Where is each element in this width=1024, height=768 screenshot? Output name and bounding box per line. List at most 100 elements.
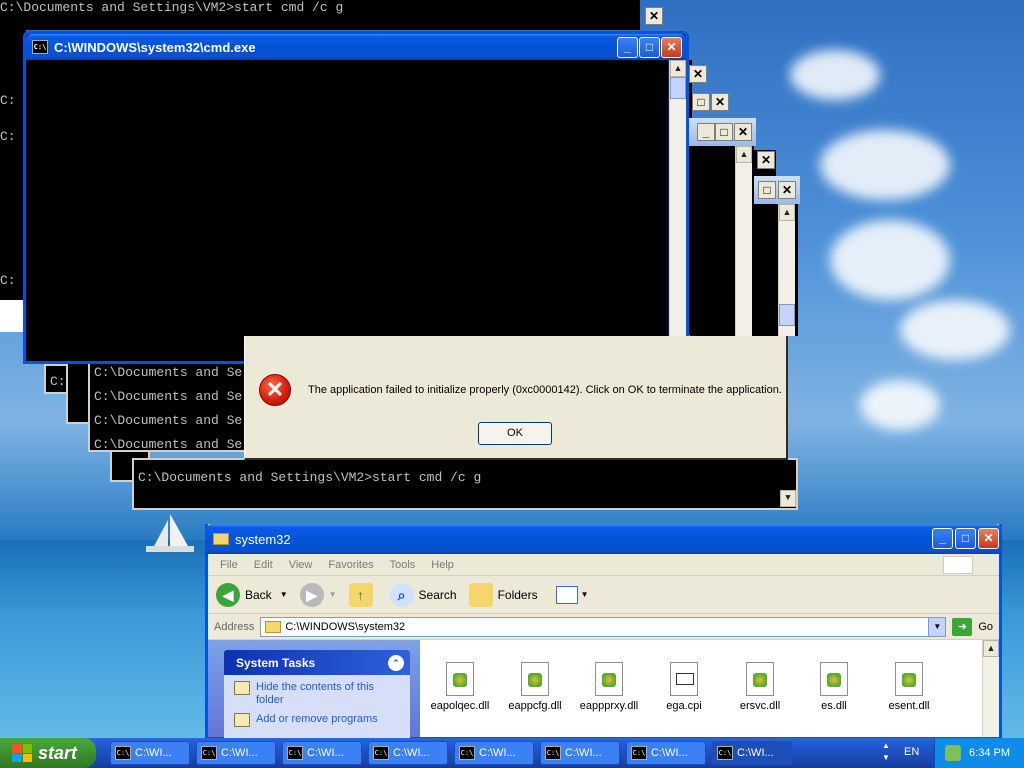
language-indicator[interactable]: EN — [904, 746, 919, 758]
network-icon[interactable] — [945, 745, 961, 761]
search-button[interactable]: ⌕ Search — [389, 582, 457, 607]
minimize-button[interactable]: _ — [617, 37, 638, 58]
close-button[interactable]: ✕ — [661, 37, 682, 58]
window-title: C:\WINDOWS\system32\cmd.exe — [54, 39, 256, 55]
address-input[interactable]: C:\WINDOWS\system32 ▼ — [260, 616, 947, 637]
explorer-titlebar[interactable]: system32 _ □ ✕ — [205, 524, 1002, 554]
go-button[interactable]: ➜ Go — [952, 617, 993, 636]
console-line: C:\Documents and Se — [94, 365, 243, 380]
up-button[interactable]: ↑ — [348, 582, 378, 607]
taskbar-item[interactable]: C:\ C:\WI... — [282, 741, 362, 765]
views-button[interactable]: ▼ — [555, 585, 589, 604]
menu-tools[interactable]: Tools — [390, 559, 416, 571]
chevron-down-icon[interactable]: ▼ — [280, 590, 288, 599]
folder-icon — [265, 620, 282, 633]
minimize-icon[interactable]: _ — [697, 123, 715, 141]
scroll-up-icon[interactable]: ▲ — [983, 640, 999, 657]
console-icon: C:\ — [201, 746, 217, 760]
address-label: Address — [214, 620, 255, 633]
back-button[interactable]: ◀ Back ▼ — [216, 582, 288, 607]
menu-edit[interactable]: Edit — [254, 559, 273, 571]
taskbar-item-label: C:\WI... — [393, 747, 430, 759]
chevron-down-icon[interactable]: ▼ — [581, 590, 589, 599]
taskbar-item[interactable]: C:\ C:\WI... — [540, 741, 620, 765]
scrollbar[interactable]: ▲ — [982, 640, 999, 737]
close-button[interactable]: ✕ — [978, 528, 999, 549]
system-tray: 6:34 PM — [934, 738, 1024, 768]
file-item[interactable]: eappprxy.dll — [571, 662, 647, 712]
console-line: C: — [0, 93, 16, 108]
close-icon[interactable]: ✕ — [757, 151, 775, 169]
search-label: Search — [418, 587, 457, 602]
scrollbar[interactable]: ▲ — [735, 146, 752, 336]
file-name: eapolqec.dll — [430, 700, 490, 712]
scrollbar[interactable]: ▲ — [669, 60, 686, 361]
error-message: The application failed to initialize pro… — [308, 384, 782, 396]
menu-favorites[interactable]: Favorites — [328, 559, 373, 571]
system-tasks-title: System Tasks — [236, 655, 316, 670]
taskbar-item[interactable]: C:\ C:\WI... — [196, 741, 276, 765]
close-icon[interactable]: ✕ — [778, 181, 796, 199]
taskbar-item[interactable]: C:\ C:\WI... — [626, 741, 706, 765]
file-name: eappcfg.dll — [508, 700, 562, 712]
scroll-up-icon[interactable]: ▲ — [779, 204, 795, 221]
start-button[interactable]: start — [0, 738, 96, 768]
menu-bar: File Edit View Favorites Tools Help — [208, 554, 999, 576]
close-icon[interactable]: ✕ — [689, 65, 707, 83]
console-line: C: — [50, 374, 66, 389]
file-item[interactable]: eapolqec.dll — [422, 662, 498, 712]
collapse-icon[interactable]: ⌃ — [388, 654, 404, 671]
minimize-button[interactable]: _ — [932, 528, 953, 549]
taskbar-item[interactable]: C:\ C:\WI... — [110, 741, 190, 765]
console-line: C:\Documents and Settings\VM2>start cmd … — [138, 470, 482, 485]
address-value: C:\WINDOWS\system32 — [285, 620, 406, 633]
scroll-thumb[interactable] — [670, 77, 686, 99]
taskbar-item[interactable]: C:\ C:\WI... — [454, 741, 534, 765]
maximize-icon[interactable]: □ — [715, 123, 733, 141]
close-icon[interactable]: ✕ — [734, 123, 752, 141]
scroll-thumb[interactable] — [779, 304, 795, 326]
file-item[interactable]: ersvc.dll — [722, 662, 798, 712]
file-item[interactable]: esent.dll — [871, 662, 947, 712]
maximize-button[interactable]: □ — [955, 528, 976, 549]
file-item[interactable]: eappcfg.dll — [497, 662, 573, 712]
scroll-up-icon[interactable]: ▲ — [736, 146, 752, 163]
menu-help[interactable]: Help — [431, 559, 454, 571]
taskbar-item[interactable]: C:\ C:\WI... — [712, 741, 792, 765]
taskbar-item[interactable]: C:\ C:\WI... — [368, 741, 448, 765]
file-item[interactable]: ega.cpi — [646, 662, 722, 712]
menu-file[interactable]: File — [220, 559, 238, 571]
taskbar-item-label: C:\WI... — [221, 747, 258, 759]
hide-folder-icon — [234, 681, 250, 695]
dll-file-icon — [595, 662, 623, 696]
forward-button[interactable]: ▶ ▼ — [299, 582, 337, 607]
chevron-down-icon[interactable]: ▼ — [329, 590, 337, 599]
maximize-button[interactable]: □ — [639, 37, 660, 58]
menu-view[interactable]: View — [289, 559, 313, 571]
file-name: esent.dll — [888, 700, 930, 712]
system-tasks-panel: System Tasks ⌃ Hide the contents of this… — [224, 650, 410, 750]
scroll-down-icon[interactable]: ▼ — [780, 490, 796, 507]
ok-button[interactable]: OK — [478, 422, 552, 445]
clock[interactable]: 6:34 PM — [969, 747, 1010, 759]
maximize-icon[interactable]: □ — [692, 93, 710, 111]
cmd-window[interactable]: C:\ C:\WINDOWS\system32\cmd.exe _ □ ✕ ▲ — [23, 31, 689, 364]
scrollbar[interactable]: ▲ — [778, 204, 795, 336]
file-item[interactable]: es.dll — [796, 662, 872, 712]
close-icon[interactable]: ✕ — [645, 7, 663, 25]
close-icon[interactable]: ✕ — [711, 93, 729, 111]
console-icon: C:\ — [459, 746, 475, 760]
wallpaper-cloud — [900, 300, 1010, 360]
taskbar-scroll[interactable]: ▲ ▼ — [882, 740, 890, 764]
scroll-up-icon[interactable]: ▲ — [670, 60, 686, 77]
cmd-titlebar[interactable]: C:\ C:\WINDOWS\system32\cmd.exe — [26, 34, 686, 60]
console-line: C: — [0, 273, 16, 288]
task-hide-contents[interactable]: Hide the contents of this folder — [224, 675, 410, 707]
console-area[interactable] — [26, 60, 668, 361]
task-add-remove-programs[interactable]: Add or remove programs — [224, 707, 410, 727]
maximize-icon[interactable]: □ — [758, 181, 776, 199]
folders-button[interactable]: Folders — [468, 582, 538, 607]
chevron-down-icon[interactable]: ▼ — [928, 617, 946, 636]
windows-logo-icon — [943, 556, 973, 574]
system-tasks-header[interactable]: System Tasks ⌃ — [224, 650, 410, 675]
